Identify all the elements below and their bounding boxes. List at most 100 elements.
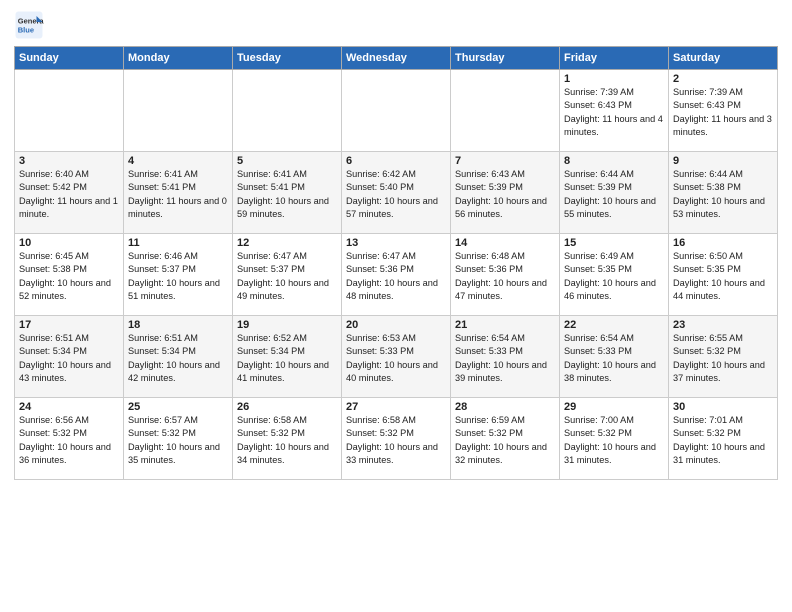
day-info: Sunrise: 6:47 AMSunset: 5:37 PMDaylight:… bbox=[237, 250, 337, 303]
day-number: 27 bbox=[346, 401, 446, 413]
col-wednesday: Wednesday bbox=[342, 47, 451, 70]
day-info: Sunrise: 6:54 AMSunset: 5:33 PMDaylight:… bbox=[455, 332, 555, 385]
day-number: 12 bbox=[237, 237, 337, 249]
day-info: Sunrise: 6:41 AMSunset: 5:41 PMDaylight:… bbox=[128, 168, 228, 221]
day-info: Sunrise: 6:56 AMSunset: 5:32 PMDaylight:… bbox=[19, 414, 119, 467]
day-number: 13 bbox=[346, 237, 446, 249]
day-number: 2 bbox=[673, 73, 773, 85]
day-number: 30 bbox=[673, 401, 773, 413]
table-row bbox=[124, 70, 233, 152]
svg-text:Blue: Blue bbox=[18, 26, 34, 35]
table-row: 4Sunrise: 6:41 AMSunset: 5:41 PMDaylight… bbox=[124, 152, 233, 234]
calendar: Sunday Monday Tuesday Wednesday Thursday… bbox=[14, 46, 778, 480]
calendar-week-row: 24Sunrise: 6:56 AMSunset: 5:32 PMDayligh… bbox=[15, 398, 778, 480]
table-row: 7Sunrise: 6:43 AMSunset: 5:39 PMDaylight… bbox=[451, 152, 560, 234]
day-info: Sunrise: 6:51 AMSunset: 5:34 PMDaylight:… bbox=[128, 332, 228, 385]
col-thursday: Thursday bbox=[451, 47, 560, 70]
day-info: Sunrise: 6:50 AMSunset: 5:35 PMDaylight:… bbox=[673, 250, 773, 303]
calendar-week-row: 3Sunrise: 6:40 AMSunset: 5:42 PMDaylight… bbox=[15, 152, 778, 234]
day-number: 23 bbox=[673, 319, 773, 331]
day-number: 22 bbox=[564, 319, 664, 331]
day-info: Sunrise: 7:01 AMSunset: 5:32 PMDaylight:… bbox=[673, 414, 773, 467]
table-row: 18Sunrise: 6:51 AMSunset: 5:34 PMDayligh… bbox=[124, 316, 233, 398]
header: General Blue bbox=[14, 10, 778, 40]
logo: General Blue bbox=[14, 10, 48, 40]
day-number: 7 bbox=[455, 155, 555, 167]
day-number: 6 bbox=[346, 155, 446, 167]
day-number: 3 bbox=[19, 155, 119, 167]
day-number: 16 bbox=[673, 237, 773, 249]
table-row: 2Sunrise: 7:39 AMSunset: 6:43 PMDaylight… bbox=[669, 70, 778, 152]
day-number: 14 bbox=[455, 237, 555, 249]
table-row: 1Sunrise: 7:39 AMSunset: 6:43 PMDaylight… bbox=[560, 70, 669, 152]
day-info: Sunrise: 6:40 AMSunset: 5:42 PMDaylight:… bbox=[19, 168, 119, 221]
col-friday: Friday bbox=[560, 47, 669, 70]
day-number: 11 bbox=[128, 237, 228, 249]
table-row: 8Sunrise: 6:44 AMSunset: 5:39 PMDaylight… bbox=[560, 152, 669, 234]
table-row: 24Sunrise: 6:56 AMSunset: 5:32 PMDayligh… bbox=[15, 398, 124, 480]
page: General Blue Sunday Monday Tuesday Wedne… bbox=[0, 0, 792, 612]
table-row: 27Sunrise: 6:58 AMSunset: 5:32 PMDayligh… bbox=[342, 398, 451, 480]
table-row: 22Sunrise: 6:54 AMSunset: 5:33 PMDayligh… bbox=[560, 316, 669, 398]
table-row: 11Sunrise: 6:46 AMSunset: 5:37 PMDayligh… bbox=[124, 234, 233, 316]
day-number: 15 bbox=[564, 237, 664, 249]
table-row: 10Sunrise: 6:45 AMSunset: 5:38 PMDayligh… bbox=[15, 234, 124, 316]
day-info: Sunrise: 6:47 AMSunset: 5:36 PMDaylight:… bbox=[346, 250, 446, 303]
table-row: 17Sunrise: 6:51 AMSunset: 5:34 PMDayligh… bbox=[15, 316, 124, 398]
day-number: 1 bbox=[564, 73, 664, 85]
day-number: 8 bbox=[564, 155, 664, 167]
day-number: 17 bbox=[19, 319, 119, 331]
table-row: 5Sunrise: 6:41 AMSunset: 5:41 PMDaylight… bbox=[233, 152, 342, 234]
table-row: 14Sunrise: 6:48 AMSunset: 5:36 PMDayligh… bbox=[451, 234, 560, 316]
table-row: 28Sunrise: 6:59 AMSunset: 5:32 PMDayligh… bbox=[451, 398, 560, 480]
day-number: 29 bbox=[564, 401, 664, 413]
day-info: Sunrise: 6:45 AMSunset: 5:38 PMDaylight:… bbox=[19, 250, 119, 303]
table-row: 6Sunrise: 6:42 AMSunset: 5:40 PMDaylight… bbox=[342, 152, 451, 234]
day-number: 4 bbox=[128, 155, 228, 167]
day-info: Sunrise: 6:57 AMSunset: 5:32 PMDaylight:… bbox=[128, 414, 228, 467]
table-row: 12Sunrise: 6:47 AMSunset: 5:37 PMDayligh… bbox=[233, 234, 342, 316]
col-sunday: Sunday bbox=[15, 47, 124, 70]
day-info: Sunrise: 6:46 AMSunset: 5:37 PMDaylight:… bbox=[128, 250, 228, 303]
day-info: Sunrise: 7:39 AMSunset: 6:43 PMDaylight:… bbox=[673, 86, 773, 139]
day-info: Sunrise: 6:44 AMSunset: 5:38 PMDaylight:… bbox=[673, 168, 773, 221]
table-row: 25Sunrise: 6:57 AMSunset: 5:32 PMDayligh… bbox=[124, 398, 233, 480]
day-info: Sunrise: 6:43 AMSunset: 5:39 PMDaylight:… bbox=[455, 168, 555, 221]
day-number: 10 bbox=[19, 237, 119, 249]
col-monday: Monday bbox=[124, 47, 233, 70]
day-info: Sunrise: 6:59 AMSunset: 5:32 PMDaylight:… bbox=[455, 414, 555, 467]
table-row: 20Sunrise: 6:53 AMSunset: 5:33 PMDayligh… bbox=[342, 316, 451, 398]
col-saturday: Saturday bbox=[669, 47, 778, 70]
day-number: 24 bbox=[19, 401, 119, 413]
day-info: Sunrise: 6:52 AMSunset: 5:34 PMDaylight:… bbox=[237, 332, 337, 385]
day-info: Sunrise: 6:44 AMSunset: 5:39 PMDaylight:… bbox=[564, 168, 664, 221]
day-number: 28 bbox=[455, 401, 555, 413]
day-info: Sunrise: 6:55 AMSunset: 5:32 PMDaylight:… bbox=[673, 332, 773, 385]
day-number: 20 bbox=[346, 319, 446, 331]
calendar-week-row: 10Sunrise: 6:45 AMSunset: 5:38 PMDayligh… bbox=[15, 234, 778, 316]
table-row: 29Sunrise: 7:00 AMSunset: 5:32 PMDayligh… bbox=[560, 398, 669, 480]
table-row bbox=[15, 70, 124, 152]
table-row: 16Sunrise: 6:50 AMSunset: 5:35 PMDayligh… bbox=[669, 234, 778, 316]
day-info: Sunrise: 6:49 AMSunset: 5:35 PMDaylight:… bbox=[564, 250, 664, 303]
table-row: 9Sunrise: 6:44 AMSunset: 5:38 PMDaylight… bbox=[669, 152, 778, 234]
col-tuesday: Tuesday bbox=[233, 47, 342, 70]
day-number: 21 bbox=[455, 319, 555, 331]
table-row bbox=[233, 70, 342, 152]
day-number: 19 bbox=[237, 319, 337, 331]
day-info: Sunrise: 6:48 AMSunset: 5:36 PMDaylight:… bbox=[455, 250, 555, 303]
table-row: 21Sunrise: 6:54 AMSunset: 5:33 PMDayligh… bbox=[451, 316, 560, 398]
day-info: Sunrise: 6:51 AMSunset: 5:34 PMDaylight:… bbox=[19, 332, 119, 385]
day-number: 5 bbox=[237, 155, 337, 167]
table-row: 26Sunrise: 6:58 AMSunset: 5:32 PMDayligh… bbox=[233, 398, 342, 480]
table-row: 30Sunrise: 7:01 AMSunset: 5:32 PMDayligh… bbox=[669, 398, 778, 480]
day-info: Sunrise: 7:00 AMSunset: 5:32 PMDaylight:… bbox=[564, 414, 664, 467]
calendar-week-row: 1Sunrise: 7:39 AMSunset: 6:43 PMDaylight… bbox=[15, 70, 778, 152]
logo-icon: General Blue bbox=[14, 10, 44, 40]
day-info: Sunrise: 6:58 AMSunset: 5:32 PMDaylight:… bbox=[237, 414, 337, 467]
calendar-header-row: Sunday Monday Tuesday Wednesday Thursday… bbox=[15, 47, 778, 70]
day-info: Sunrise: 6:54 AMSunset: 5:33 PMDaylight:… bbox=[564, 332, 664, 385]
table-row bbox=[451, 70, 560, 152]
table-row bbox=[342, 70, 451, 152]
day-info: Sunrise: 7:39 AMSunset: 6:43 PMDaylight:… bbox=[564, 86, 664, 139]
